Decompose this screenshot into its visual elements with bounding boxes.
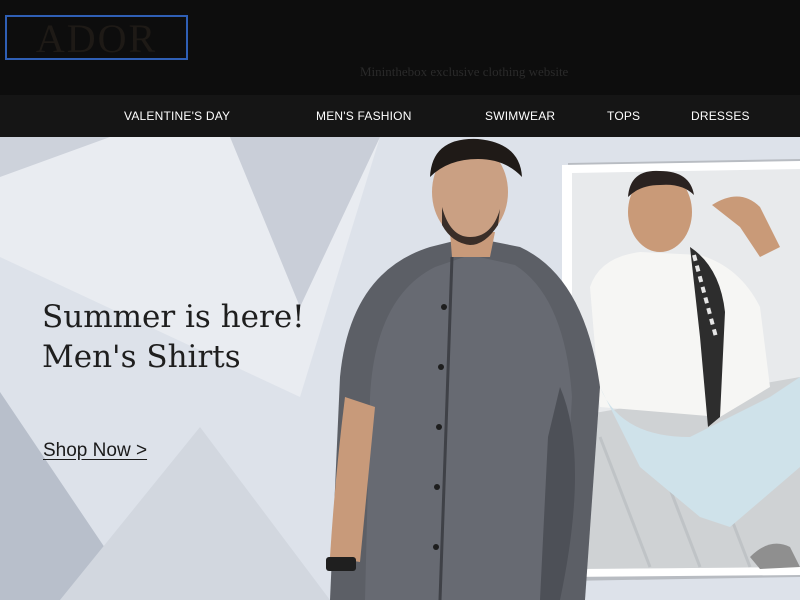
brand-logo[interactable]: ADOR [5, 15, 188, 61]
nav-item-swimwear[interactable]: SWIMWEAR [485, 95, 555, 137]
model-photo-frame [562, 159, 800, 581]
header: ADOR Mininthebox exclusive clothing webs… [0, 0, 800, 95]
main-nav: VALENTINE'S DAY MEN'S FASHION SWIMWEAR T… [0, 95, 800, 137]
shop-now-link[interactable]: Shop Now > [43, 440, 147, 462]
brand-tagline: Mininthebox exclusive clothing website [360, 64, 569, 79]
nav-item-dresses[interactable]: DRESSES [691, 95, 750, 137]
hero-headline-line-2: Men's Shirts [42, 339, 241, 375]
hero-headline: Summer is here! Men's Shirts [42, 297, 305, 377]
hero-banner[interactable]: Summer is here! Men's Shirts Shop Now > [0, 137, 800, 600]
nav-item-tops[interactable]: TOPS [607, 95, 640, 137]
nav-item-mens-fashion[interactable]: MEN'S FASHION [316, 95, 412, 137]
hero-headline-line-1: Summer is here! [42, 299, 305, 335]
nav-item-valentines-day[interactable]: VALENTINE'S DAY [124, 95, 230, 137]
